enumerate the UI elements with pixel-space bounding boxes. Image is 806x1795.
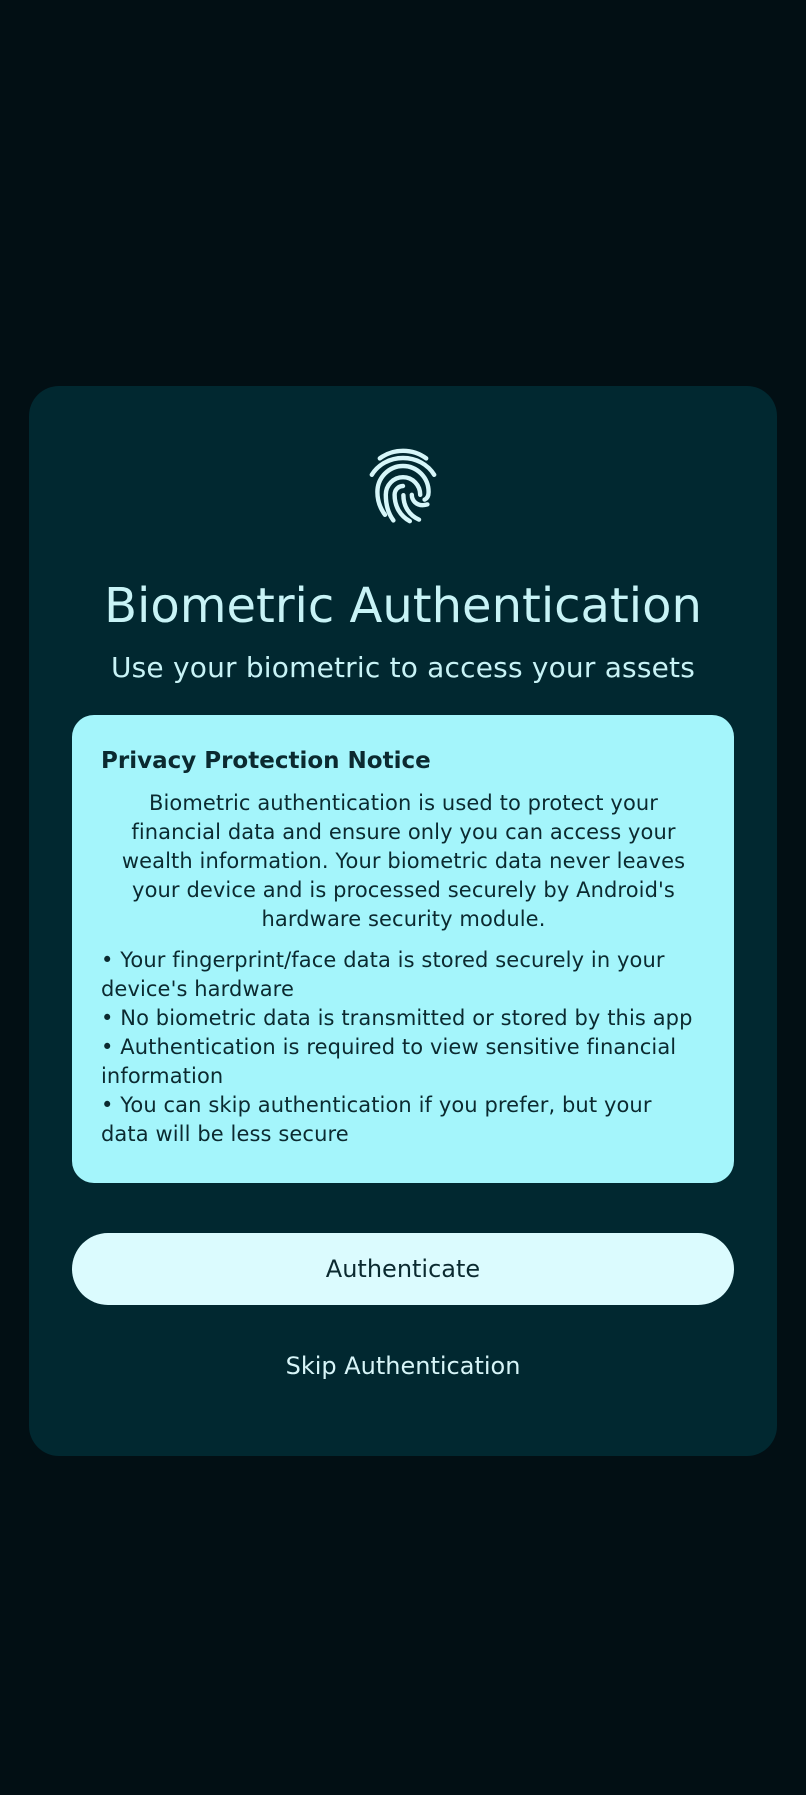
skip-authentication-button[interactable]: Skip Authentication — [72, 1336, 734, 1396]
fingerprint-icon — [355, 438, 451, 534]
privacy-notice-title: Privacy Protection Notice — [101, 748, 431, 774]
dialog-title: Biometric Authentication — [104, 578, 702, 634]
list-item: • You can skip authentication if you pre… — [101, 1093, 652, 1146]
list-item: • Your fingerprint/face data is stored s… — [101, 948, 665, 1001]
authenticate-button[interactable]: Authenticate — [72, 1233, 734, 1305]
privacy-notice-list: • Your fingerprint/face data is stored s… — [101, 946, 706, 1149]
privacy-notice-panel: Privacy Protection Notice Biometric auth… — [72, 715, 734, 1183]
privacy-notice-body: Biometric authentication is used to prot… — [121, 791, 686, 931]
list-item: • No biometric data is transmitted or st… — [101, 1006, 693, 1030]
list-item: • Authentication is required to view sen… — [101, 1035, 677, 1088]
biometric-dialog: Biometric Authentication Use your biomet… — [29, 386, 777, 1456]
dialog-subtitle: Use your biometric to access your assets — [110, 651, 696, 684]
